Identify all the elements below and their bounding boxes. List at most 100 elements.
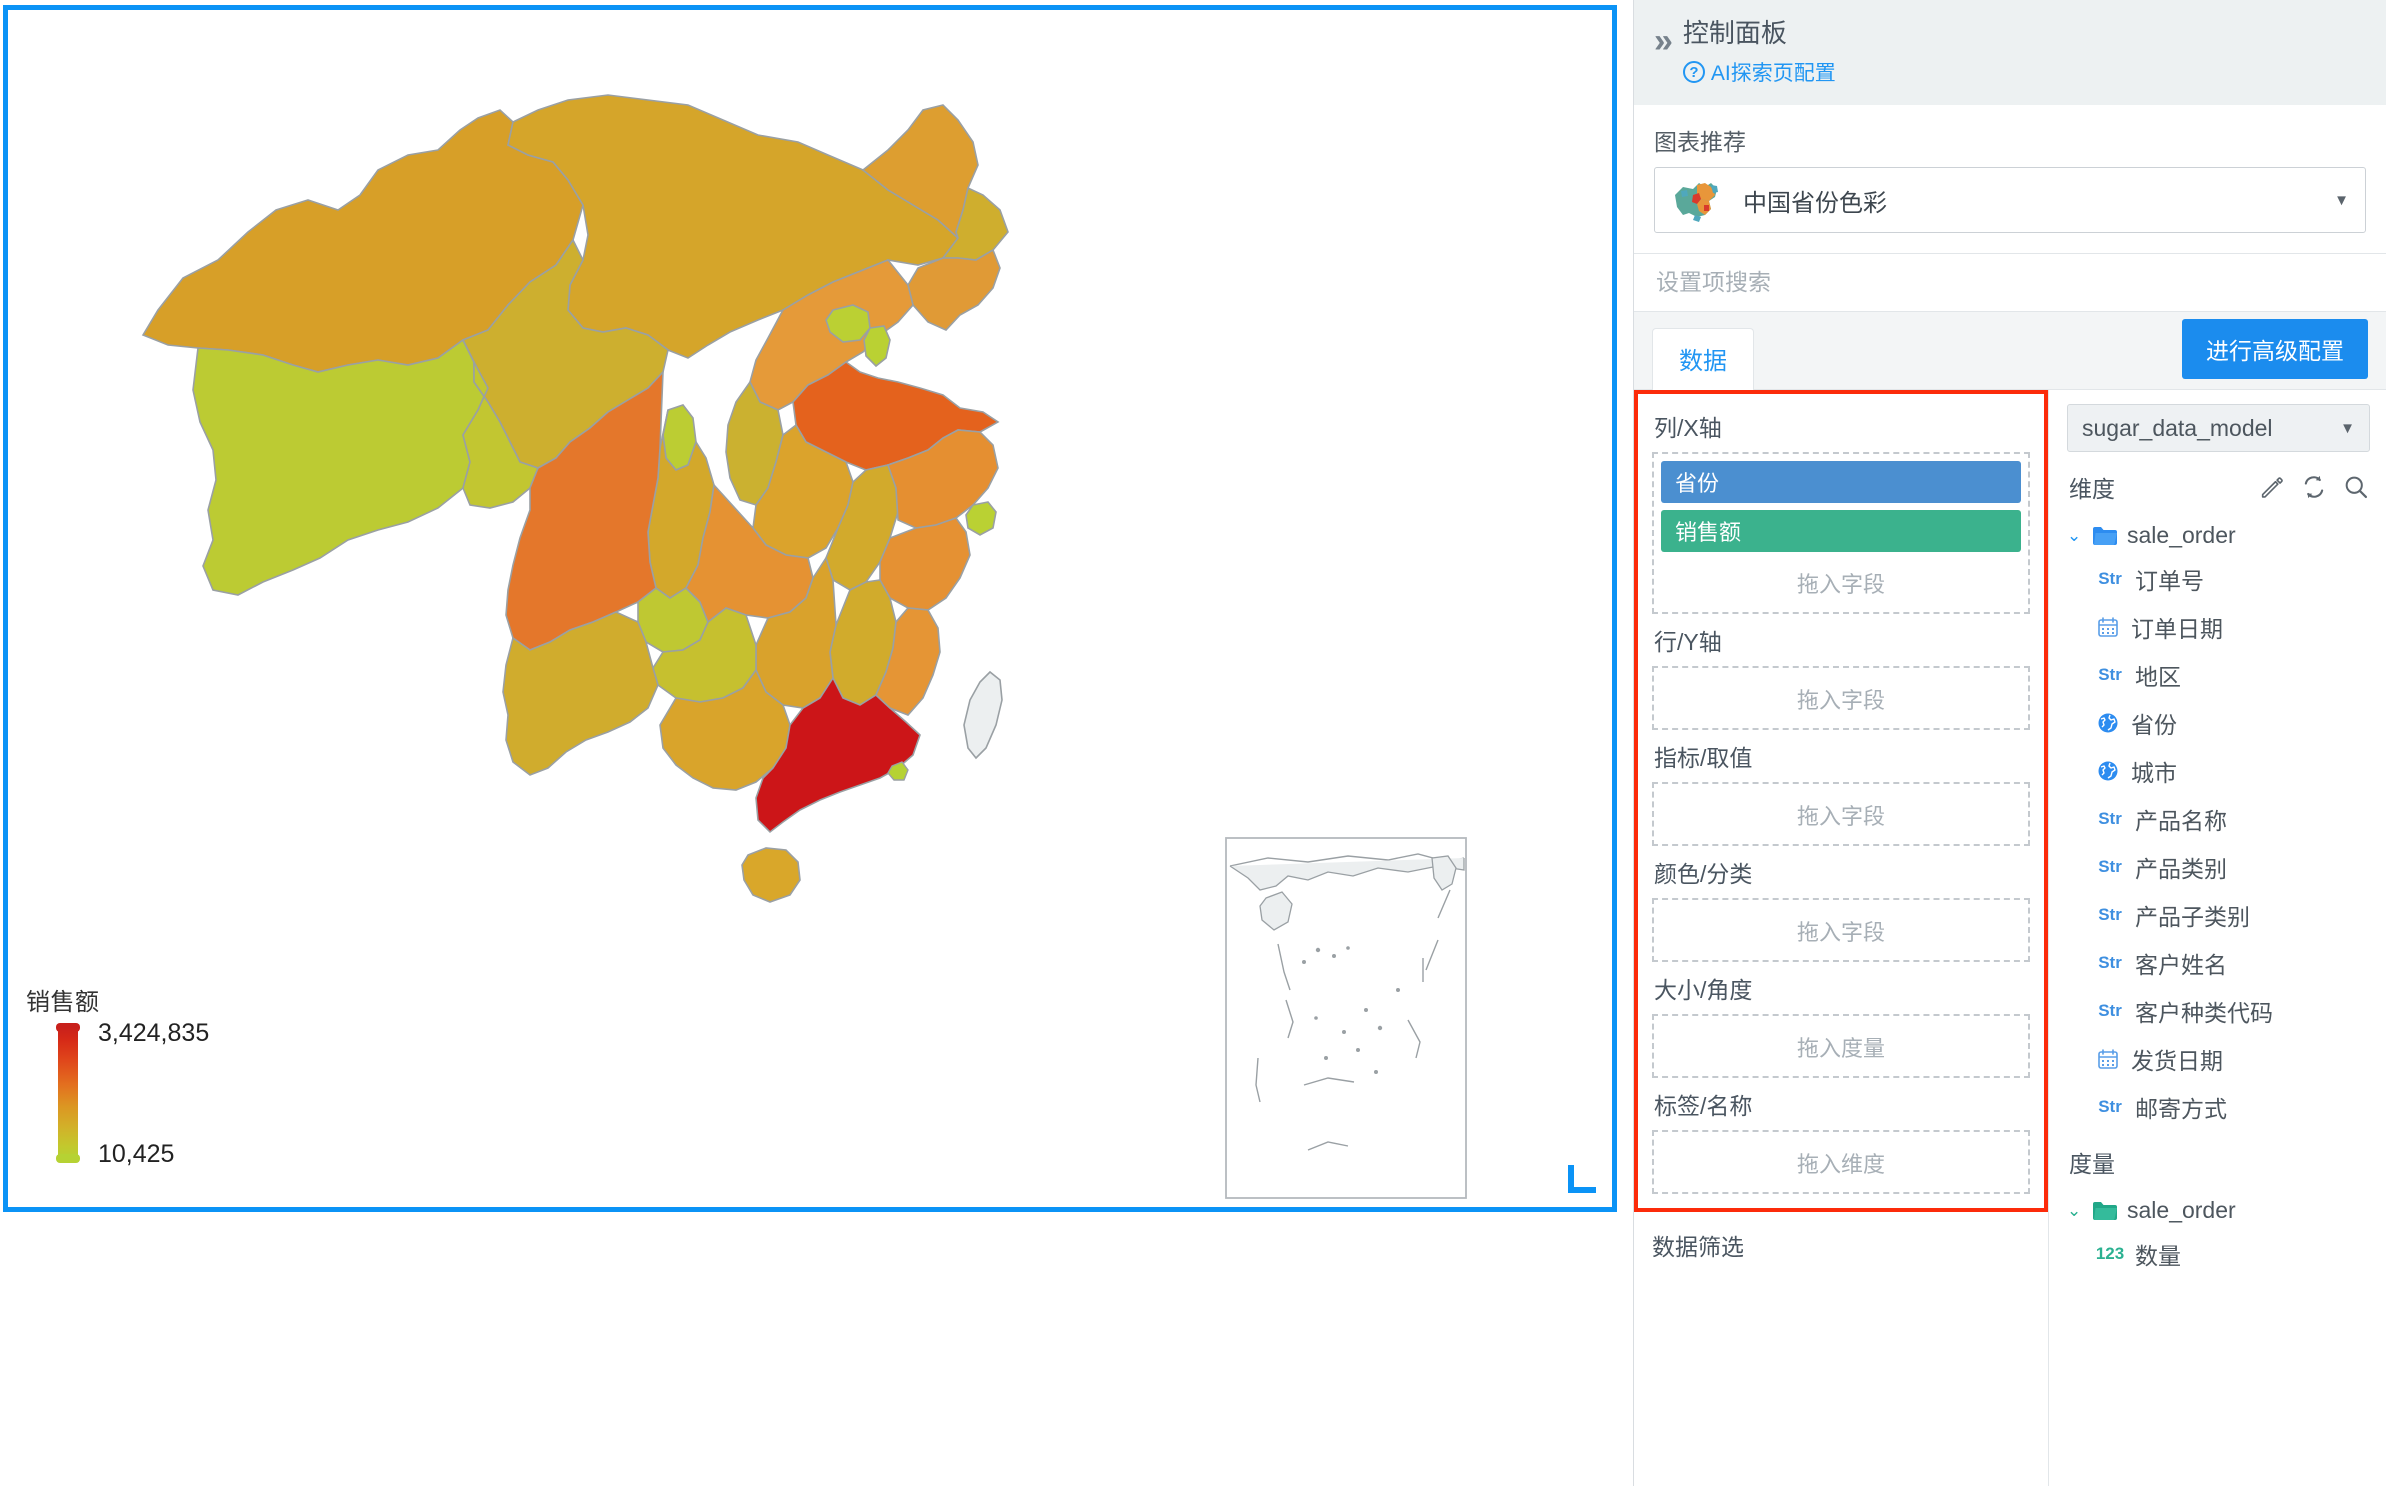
data-model-select[interactable]: sugar_data_model ▼: [2067, 404, 2370, 453]
tab-data[interactable]: 数据: [1652, 328, 1754, 391]
shelf-columns-x: 列/X轴 省份 销售额 拖入字段: [1652, 409, 2030, 615]
pencil-icon[interactable]: [2258, 473, 2286, 501]
settings-search-input[interactable]: [1634, 254, 2386, 313]
folder-icon: [2093, 526, 2117, 545]
shelf-dropzone-rows-y[interactable]: 拖入字段: [1652, 666, 2030, 731]
field-region[interactable]: Str 地区: [2067, 651, 2370, 699]
globe-icon: [2095, 711, 2121, 735]
legend-max-value: 3,424,835: [98, 1019, 210, 1047]
measures-section-header: 度量: [2069, 1145, 2370, 1179]
field-product-category[interactable]: Str 产品类别: [2067, 843, 2370, 891]
field-label: 客户姓名: [2135, 952, 2227, 979]
field-ship-date[interactable]: 发货日期: [2067, 1035, 2370, 1083]
dimension-folder-sale-order[interactable]: ⌄ sale_order: [2067, 522, 2370, 549]
legend-gradient-bar: [26, 1023, 88, 1163]
region-tibet[interactable]: [192, 338, 489, 596]
settings-search-row: [1634, 254, 2386, 313]
field-label: 产品子类别: [2135, 904, 2250, 931]
panel-body: 列/X轴 省份 销售额 拖入字段 行/Y轴 拖入字段 指标/取值 拖入字段 颜色…: [1634, 390, 2386, 1486]
chart-canvas-pane: 销售额 3,424,835 10,425: [0, 0, 1633, 1486]
chevron-down-icon[interactable]: ⌄: [2067, 1201, 2083, 1221]
field-order-date[interactable]: 订单日期: [2067, 603, 2370, 651]
field-label: 邮寄方式: [2135, 1096, 2227, 1123]
string-icon: Str: [2098, 1097, 2122, 1117]
folder-icon: [2093, 1201, 2117, 1220]
dimensions-title: 维度: [2069, 476, 2115, 503]
legend-cap-bottom: [56, 1154, 80, 1163]
shelf-label-columns-x: 列/X轴: [1654, 415, 1722, 442]
data-model-name: sugar_data_model: [2082, 414, 2273, 441]
panel-tabs-row: 数据 进行高级配置: [1634, 312, 2386, 391]
control-panel: » 控制面板 ? AI探索页配置 图表推荐 中国省份色彩 ▼ 设置项搜索 数据 …: [1633, 0, 2386, 1486]
search-icon[interactable]: [2342, 473, 2370, 501]
field-product-name[interactable]: Str 产品名称: [2067, 795, 2370, 843]
field-customer-type-code[interactable]: Str 客户种类代码: [2067, 987, 2370, 1035]
selected-chart-frame[interactable]: 销售额 3,424,835 10,425: [3, 5, 1617, 1212]
chart-type-select[interactable]: 中国省份色彩 ▼: [1654, 167, 2366, 234]
refresh-icon[interactable]: [2300, 473, 2328, 501]
calendar-icon: [2095, 1047, 2121, 1071]
field-quantity[interactable]: 123 数量: [2067, 1230, 2370, 1278]
measure-folder-sale-order[interactable]: ⌄ sale_order: [2067, 1197, 2370, 1224]
field-chip-sales[interactable]: 销售额: [1661, 510, 2021, 553]
shelf-rows-y: 行/Y轴 拖入字段: [1652, 623, 2030, 731]
field-province[interactable]: 省份: [2067, 699, 2370, 747]
string-icon: Str: [2098, 569, 2122, 589]
collapse-panel-icon[interactable]: »: [1654, 24, 1673, 58]
chevron-down-icon[interactable]: ⌄: [2067, 526, 2083, 546]
drop-hint-rows-y: 拖入字段: [1796, 688, 1885, 714]
field-label: 客户种类代码: [2135, 1000, 2273, 1027]
ai-config-link-row[interactable]: ? AI探索页配置: [1682, 57, 1836, 87]
field-label: 产品类别: [2135, 856, 2227, 883]
shelf-dropzone-columns-x[interactable]: 省份 销售额 拖入字段: [1652, 452, 2030, 615]
fields-column: sugar_data_model ▼ 维度 ⌄ sale_order Str 订…: [2049, 390, 2386, 1486]
shelf-dropzone-label-name[interactable]: 拖入维度: [1652, 1130, 2030, 1195]
shelf-label-metric-value: 指标/取值: [1654, 745, 1753, 772]
measures-title: 度量: [2069, 1151, 2115, 1178]
field-label: 城市: [2131, 760, 2177, 787]
shelves-column: 列/X轴 省份 销售额 拖入字段 行/Y轴 拖入字段 指标/取值 拖入字段 颜色…: [1634, 390, 2049, 1486]
field-city[interactable]: 城市: [2067, 747, 2370, 795]
chart-recommendation-section: 图表推荐 中国省份色彩 ▼: [1634, 105, 2386, 255]
field-product-subcategory[interactable]: Str 产品子类别: [2067, 891, 2370, 939]
field-label: 发货日期: [2131, 1048, 2223, 1075]
color-legend: 销售额 3,424,835 10,425: [26, 982, 210, 1167]
shelf-label-name: 标签/名称 拖入维度: [1652, 1087, 2030, 1195]
field-label: 订单日期: [2131, 616, 2223, 643]
advanced-config-button[interactable]: 进行高级配置: [2182, 319, 2368, 380]
field-label: 地区: [2135, 664, 2181, 691]
measure-folder-name: sale_order: [2127, 1197, 2236, 1224]
chart-recommendation-label: 图表推荐: [1654, 129, 1746, 156]
shelf-dropzone-color-category[interactable]: 拖入字段: [1652, 898, 2030, 963]
region-hainan[interactable]: [741, 847, 801, 903]
panel-header: » 控制面板 ? AI探索页配置: [1634, 0, 2386, 106]
china-choropleth-map[interactable]: [8, 10, 1612, 1207]
shelf-size-angle: 大小/角度 拖入度量: [1652, 971, 2030, 1079]
string-icon: Str: [2098, 905, 2122, 925]
string-icon: Str: [2098, 809, 2122, 829]
dimension-folder-name: sale_order: [2127, 522, 2236, 549]
field-ship-mode[interactable]: Str 邮寄方式: [2067, 1083, 2370, 1131]
field-chip-province[interactable]: 省份: [1661, 461, 2021, 504]
field-label: 省份: [2131, 712, 2177, 739]
region-taiwan[interactable]: [963, 670, 1003, 760]
shelf-label-label-name: 标签/名称: [1654, 1093, 1753, 1120]
shelf-dropzone-metric-value[interactable]: 拖入字段: [1652, 782, 2030, 847]
shelf-label-color-category: 颜色/分类: [1654, 861, 1753, 888]
legend-gradient: [58, 1027, 78, 1159]
number-icon: 123: [2095, 1244, 2125, 1264]
drop-hint-size-angle: 拖入度量: [1796, 1036, 1885, 1062]
field-label: 产品名称: [2135, 808, 2227, 835]
chart-resize-handle[interactable]: [1568, 1165, 1596, 1193]
china-map-thumb-icon: [1675, 183, 1718, 223]
calendar-icon: [2095, 615, 2121, 639]
region-zhejiang[interactable]: [879, 517, 971, 611]
field-order-number[interactable]: Str 订单号: [2067, 555, 2370, 603]
data-filter-section-label: 数据筛选: [1652, 1234, 1744, 1261]
china-map-svg: [141, 94, 1467, 1199]
shelf-dropzone-size-angle[interactable]: 拖入度量: [1652, 1014, 2030, 1079]
field-customer-name[interactable]: Str 客户姓名: [2067, 939, 2370, 987]
region-tianjin[interactable]: [863, 325, 891, 368]
drop-hint-label-name: 拖入维度: [1796, 1152, 1885, 1178]
string-icon: Str: [2098, 1001, 2122, 1021]
